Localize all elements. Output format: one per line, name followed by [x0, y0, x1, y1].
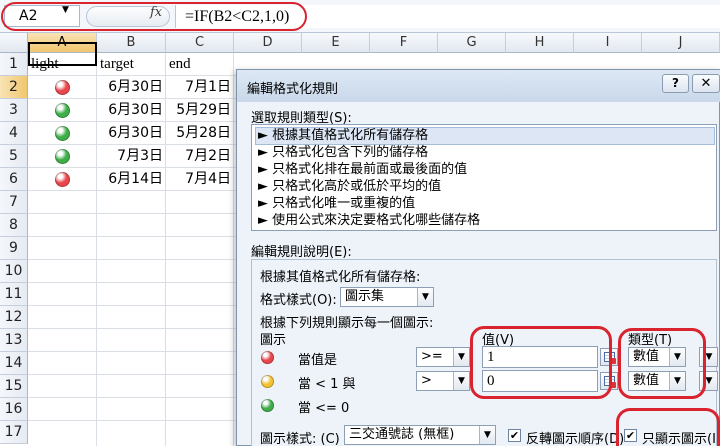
icon-column-header: 圖示 [260, 333, 287, 348]
format-all-cells-label: 根據其值格式化所有儲存格: [260, 270, 421, 285]
dialog-titlebar[interactable]: 編輯格式化規則 ? ✕ [237, 70, 720, 102]
row-header-7[interactable]: 7 [0, 191, 28, 214]
format-style-value: 圖示集 [345, 289, 385, 304]
row-header-6[interactable]: 6 [0, 168, 28, 191]
operator-value: > [421, 373, 432, 388]
cell-c3[interactable]: 5月29日 [166, 99, 234, 122]
icon-style-label: 圖示樣式: (C) [260, 432, 340, 446]
active-cell-border [28, 42, 97, 66]
row-header-17[interactable]: 17 [0, 421, 28, 444]
format-style-label: 格式樣式(O): [260, 293, 337, 308]
row-header-16[interactable]: 16 [0, 398, 28, 421]
edit-formatting-rule-dialog: 編輯格式化規則 ? ✕ 選取規則類型(S): ► 根據其值格式化所有儲存格 ► … [236, 69, 720, 446]
traffic-light-icon [55, 103, 70, 118]
red-highlight-oval [616, 408, 720, 446]
cell-a4[interactable] [28, 122, 97, 145]
row-header-11[interactable]: 11 [0, 283, 28, 306]
red-highlight-oval [1, 2, 307, 31]
rule-condition-label: 當值是 [298, 353, 338, 368]
rule-type-item[interactable]: ► 根據其值格式化所有儲存格 [255, 127, 715, 145]
rule-type-list[interactable]: ► 根據其值格式化所有儲存格 ► 只格式化包含下列的儲存格 ► 只格式化排在最前… [251, 124, 717, 231]
column-header-f[interactable]: F [370, 33, 438, 53]
cell-b1[interactable]: target [97, 53, 166, 76]
help-button[interactable]: ? [662, 74, 689, 93]
row-header-3[interactable]: 3 [0, 99, 28, 122]
icon-style-value: 三交通號誌 (無框) [349, 427, 455, 442]
column-header-h[interactable]: H [506, 33, 574, 53]
rule-condition-label: 當 < 1 與 [298, 377, 356, 392]
row-header-14[interactable]: 14 [0, 352, 28, 375]
rule-description-panel: 根據其值格式化所有儲存格: 格式樣式(O): 圖示集 ▼ 根據下列規則顯示每一個… [251, 259, 720, 446]
traffic-light-icon [55, 149, 70, 164]
rule-type-item[interactable]: ► 只格式化排在最前面或最後面的值 [258, 162, 467, 178]
cell-c5[interactable]: 7月2日 [166, 145, 234, 168]
icon-style-shortcut: (C) [320, 432, 340, 446]
rule-type-item[interactable]: ► 只格式化唯一或重複的值 [258, 196, 415, 212]
traffic-light-icon [55, 80, 70, 95]
reverse-order-label: 反轉圖示順序(D) [526, 432, 625, 446]
rule-condition-label: 當 <= 0 [298, 401, 350, 416]
column-header-c[interactable]: C [166, 33, 234, 53]
row-header-2[interactable]: 2 [0, 76, 28, 99]
operator-dropdown[interactable]: > ▼ [416, 371, 470, 391]
row-header-13[interactable]: 13 [0, 329, 28, 352]
cell-c2[interactable]: 7月1日 [166, 76, 234, 99]
chevron-down-icon[interactable]: ▼ [417, 288, 433, 306]
traffic-light-icon [55, 126, 70, 141]
formula-bar: A2 ▼ fx =IF(B2<C2,1,0) [0, 0, 720, 33]
green-light-icon[interactable] [261, 399, 274, 412]
operator-value: >= [421, 349, 443, 364]
rule-type-item[interactable]: ► 只格式化包含下列的儲存格 [258, 145, 428, 161]
column-header-d[interactable]: D [234, 33, 302, 53]
select-all-corner[interactable] [0, 33, 28, 53]
red-light-icon[interactable] [261, 351, 274, 364]
operator-dropdown[interactable]: >= ▼ [416, 347, 470, 367]
cell-b4[interactable]: 6月30日 [97, 122, 166, 145]
reverse-order-checkbox[interactable]: ✔ [508, 429, 521, 442]
rule-type-item[interactable]: ► 使用公式來決定要格式化哪些儲存格 [258, 213, 480, 229]
row-header-12[interactable]: 12 [0, 306, 28, 329]
column-header-b[interactable]: B [97, 33, 166, 53]
cell-a5[interactable] [28, 145, 97, 168]
cell-b5[interactable]: 7月3日 [97, 145, 166, 168]
chevron-down-icon[interactable]: ▼ [453, 372, 469, 390]
traffic-light-icon [55, 172, 70, 187]
close-button[interactable]: ✕ [692, 74, 720, 93]
cell-b2[interactable]: 6月30日 [97, 76, 166, 99]
cell-c6[interactable]: 7月4日 [166, 168, 234, 191]
format-style-dropdown[interactable]: 圖示集 ▼ [340, 287, 434, 307]
row-header-1[interactable]: 1 [0, 53, 28, 76]
yellow-light-icon[interactable] [261, 375, 274, 388]
red-highlight-oval [618, 328, 706, 399]
row-header-10[interactable]: 10 [0, 260, 28, 283]
dialog-title: 編輯格式化規則 [247, 82, 339, 97]
chevron-down-icon[interactable]: ▼ [479, 426, 495, 444]
rule-type-item[interactable]: ► 只格式化高於或低於平均的值 [258, 179, 441, 195]
row-header-8[interactable]: 8 [0, 214, 28, 237]
column-header-j[interactable]: J [642, 33, 720, 53]
column-header-i[interactable]: I [574, 33, 642, 53]
edit-rule-description-label: 編輯規則說明(E): [251, 245, 352, 260]
row-header-4[interactable]: 4 [0, 122, 28, 145]
cell-c4[interactable]: 5月28日 [166, 122, 234, 145]
cell-a6[interactable] [28, 168, 97, 191]
column-header-g[interactable]: G [438, 33, 506, 53]
cell-b3[interactable]: 6月30日 [97, 99, 166, 122]
cell-a2[interactable] [28, 76, 97, 99]
row-header-5[interactable]: 5 [0, 145, 28, 168]
cell-c1[interactable]: end [166, 53, 234, 76]
icon-style-dropdown[interactable]: 三交通號誌 (無框) ▼ [344, 425, 496, 445]
row-header-9[interactable]: 9 [0, 237, 28, 260]
row-header-15[interactable]: 15 [0, 375, 28, 398]
red-highlight-oval [470, 326, 612, 399]
cell-b6[interactable]: 6月14日 [97, 168, 166, 191]
chevron-down-icon[interactable]: ▼ [453, 348, 469, 366]
cell-a3[interactable] [28, 99, 97, 122]
column-header-e[interactable]: E [302, 33, 370, 53]
